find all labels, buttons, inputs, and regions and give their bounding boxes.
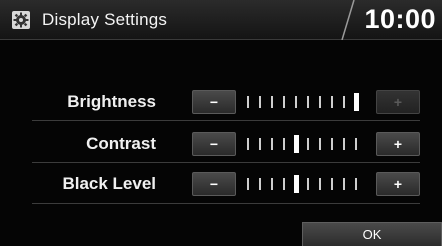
slider-tick [283,138,285,150]
slider-tick [319,178,321,190]
slider-knob[interactable] [354,93,359,111]
header-bar: Display Settings 10:00 [0,0,442,40]
slider-tick [319,138,321,150]
slider-tick [259,96,261,108]
slider-tick [271,96,273,108]
setting-label-brightness: Brightness [67,92,156,111]
slider-tick [283,178,285,190]
black-level-slider[interactable] [247,175,367,193]
setting-row-black-level: Black Level − + [0,170,442,200]
black-level-decrease-button[interactable]: − [192,172,236,196]
slider-tick [343,96,345,108]
brightness-increase-button[interactable]: + [376,90,420,114]
setting-row-contrast: Contrast − + [0,130,442,160]
brightness-level-slider[interactable] [247,93,367,111]
slider-tick [307,96,309,108]
slider-tick [247,96,249,108]
black-level-increase-button[interactable]: + [376,172,420,196]
slider-tick [259,138,261,150]
page-title: Display Settings [42,10,168,29]
slider-knob[interactable] [294,175,299,193]
slider-tick [307,138,309,150]
slider-tick [271,178,273,190]
setting-label-contrast: Contrast [86,134,156,153]
contrast-decrease-button[interactable]: − [192,132,236,156]
divider [32,120,420,121]
slider-tick [343,178,345,190]
clock-separator [341,0,355,40]
setting-label-black-level: Black Level [62,174,156,193]
contrast-level-slider[interactable] [247,135,367,153]
slider-tick [331,96,333,108]
ok-button[interactable]: OK [302,222,442,246]
divider [32,203,420,204]
slider-tick [355,178,357,190]
slider-tick [247,178,249,190]
clock-display: 10:00 [364,4,436,34]
slider-knob[interactable] [294,135,299,153]
slider-tick [259,178,261,190]
slider-tick [295,96,297,108]
slider-tick [331,178,333,190]
slider-tick [355,138,357,150]
divider [32,162,420,163]
slider-tick [307,178,309,190]
gear-icon [12,11,30,29]
brightness-decrease-button[interactable]: − [192,90,236,114]
slider-tick [283,96,285,108]
slider-tick [247,138,249,150]
slider-tick [319,96,321,108]
contrast-increase-button[interactable]: + [376,132,420,156]
setting-row-brightness: Brightness − + [0,88,442,118]
slider-tick [271,138,273,150]
slider-tick [331,138,333,150]
slider-tick [343,138,345,150]
